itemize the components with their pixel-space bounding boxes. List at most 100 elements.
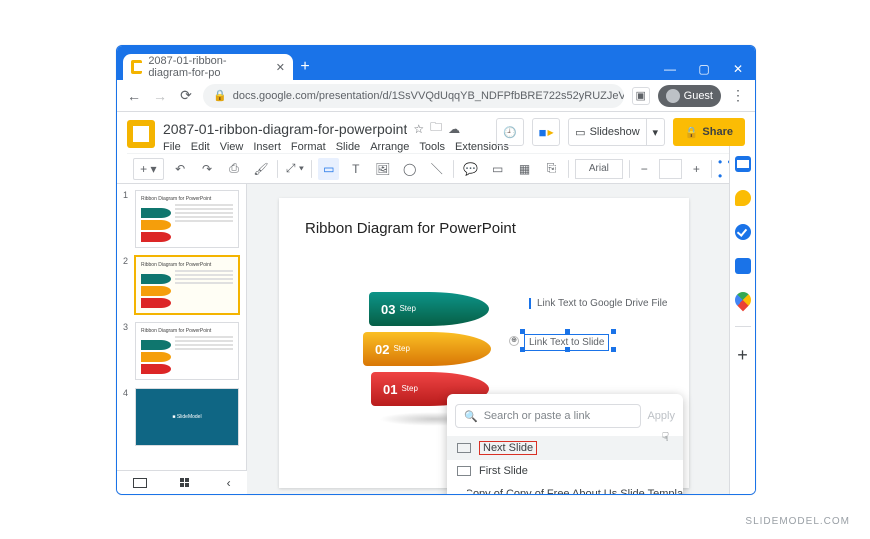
menu-slide[interactable]: Slide (336, 141, 360, 153)
selection-handle[interactable] (611, 347, 616, 352)
history-button[interactable]: 🕘 (496, 118, 524, 146)
contacts-icon[interactable] (735, 258, 751, 274)
select-tool-icon[interactable]: ▭ (318, 158, 339, 180)
slide-icon (457, 466, 471, 476)
font-selector[interactable]: Arial (575, 159, 623, 179)
cloud-status-icon[interactable]: ☁ (448, 122, 460, 136)
link-item-label: Copy of Copy of Free About Us Slide Temp… (465, 488, 683, 495)
calendar-icon[interactable] (735, 156, 751, 172)
profile-chip[interactable]: Guest (658, 85, 721, 107)
tasks-icon[interactable] (735, 224, 751, 240)
redo-icon[interactable]: ↷ (197, 158, 218, 180)
background-icon[interactable]: ▭ (487, 158, 508, 180)
comment-icon[interactable]: 💬 (460, 158, 481, 180)
link-item-label: First Slide (479, 465, 528, 477)
browser-tab[interactable]: 2087-01-ribbon-diagram-for-po ✕ (123, 54, 293, 80)
new-tab-button[interactable]: + (293, 58, 317, 80)
profile-label: Guest (684, 90, 713, 102)
meet-icon: ■ (539, 125, 547, 140)
transition-icon[interactable]: ⎘ (541, 158, 562, 180)
nav-reload-icon[interactable]: ⟳ (177, 87, 195, 104)
link-search-input[interactable]: 🔍 Search or paste a link (455, 404, 641, 428)
thumb-4[interactable]: 4 ■ SlideModel (123, 388, 240, 446)
grid-view-icon[interactable] (180, 478, 194, 488)
menu-view[interactable]: View (220, 141, 244, 153)
addons-plus-icon[interactable]: + (737, 345, 748, 366)
move-icon[interactable]: 🗀 (430, 118, 442, 139)
menu-arrange[interactable]: Arrange (370, 141, 409, 153)
maps-icon[interactable] (731, 289, 754, 312)
slideshow-dropdown[interactable]: ▾ (647, 118, 665, 146)
toolbar-divider (568, 160, 569, 178)
url-text: docs.google.com/presentation/d/1SsVVQdUq… (233, 90, 624, 102)
nav-back-icon[interactable]: ← (125, 88, 143, 104)
fontsize-decrease[interactable]: − (636, 158, 653, 180)
zoom-icon[interactable]: ⤢ ▾ (284, 158, 305, 180)
menu-tools[interactable]: Tools (419, 141, 445, 153)
avatar-icon (666, 89, 680, 103)
meet-button[interactable]: ■▶ (532, 118, 560, 146)
star-icon[interactable]: ☆ (413, 122, 424, 136)
new-slide-button[interactable]: + ▾ (133, 158, 164, 180)
selection-handle[interactable] (565, 329, 570, 334)
history-icon: 🕘 (503, 126, 517, 139)
selection-handle[interactable] (611, 329, 616, 334)
cursor-hand-icon: ☟ (662, 436, 669, 444)
slides-logo-icon[interactable] (127, 120, 155, 148)
apply-button[interactable]: Apply (647, 410, 675, 422)
thumb-1[interactable]: 1 Ribbon Diagram for PowerPoint (123, 190, 240, 248)
image-tool-icon[interactable]: 🖼 (372, 158, 393, 180)
tab-title: 2087-01-ribbon-diagram-for-po (148, 55, 269, 79)
menu-format[interactable]: Format (291, 141, 326, 153)
thumb-3[interactable]: 3 Ribbon Diagram for PowerPoint (123, 322, 240, 380)
window-maximize-icon[interactable]: ▢ (687, 62, 721, 80)
fontsize-increase[interactable]: + (688, 158, 705, 180)
link-item-drive-file[interactable]: Copy of Copy of Free About Us Slide Temp… (447, 482, 683, 495)
insert-link-popup: 🔍 Search or paste a link Apply Next Slid… (447, 394, 683, 495)
menu-edit[interactable]: Edit (191, 141, 210, 153)
menu-bar: File Edit View Insert Format Slide Arran… (163, 141, 488, 153)
ribbon-step-2[interactable]: 02Step (363, 332, 491, 366)
slideshow-button[interactable]: ▭ Slideshow (568, 118, 647, 146)
window-close-icon[interactable]: ✕ (721, 62, 755, 80)
shape-tool-icon[interactable]: ◯ (399, 158, 420, 180)
menu-file[interactable]: File (163, 141, 181, 153)
textbox-tool-icon[interactable]: T (345, 158, 366, 180)
url-input[interactable]: 🔒 docs.google.com/presentation/d/1SsVVQd… (203, 84, 624, 108)
selection-handle[interactable] (520, 347, 525, 352)
selection-handle[interactable] (565, 347, 570, 352)
fontsize-input[interactable] (659, 159, 682, 179)
collapse-icon[interactable]: ‹ (227, 476, 231, 490)
selection-handle[interactable] (520, 329, 525, 334)
close-tab-icon[interactable]: ✕ (276, 61, 285, 74)
line-tool-icon[interactable]: ＼ (426, 158, 447, 180)
layout-icon[interactable]: ▦ (514, 158, 535, 180)
undo-icon[interactable]: ↶ (170, 158, 191, 180)
share-button[interactable]: 🔒 Share (673, 118, 745, 146)
slideshow-icon: ▭ (575, 126, 585, 139)
doc-title[interactable]: 2087-01-ribbon-diagram-for-powerpoint (163, 121, 407, 137)
print-icon[interactable]: ⎙ (224, 158, 245, 180)
extensions-icon[interactable]: ▣ (632, 87, 650, 105)
text-link-drive[interactable]: Link Text to Google Drive File (529, 298, 667, 309)
lock-icon: 🔒 (213, 89, 227, 102)
window-controls: — ▢ ✕ (653, 62, 755, 80)
search-icon: 🔍 (464, 410, 478, 423)
link-item-first-slide[interactable]: First Slide (447, 460, 683, 482)
browser-menu-icon[interactable]: ⋮ (729, 87, 747, 104)
filmstrip[interactable]: 1 Ribbon Diagram for PowerPoint 2 Ribbon… (117, 184, 247, 495)
slide-title[interactable]: Ribbon Diagram for PowerPoint (305, 220, 663, 237)
paint-format-icon[interactable]: 🖌 (251, 158, 272, 180)
rotate-handle-icon[interactable]: ⊕ (509, 336, 519, 346)
thumb-2[interactable]: 2 Ribbon Diagram for PowerPoint (123, 256, 240, 314)
menu-insert[interactable]: Insert (253, 141, 281, 153)
nav-forward-icon[interactable]: → (151, 88, 169, 104)
browser-window: 2087-01-ribbon-diagram-for-po ✕ + — ▢ ✕ … (116, 45, 756, 495)
window-minimize-icon[interactable]: — (653, 62, 687, 80)
link-item-next-slide[interactable]: Next Slide ☟ (447, 436, 683, 460)
slides-header: 2087-01-ribbon-diagram-for-powerpoint ☆ … (117, 112, 755, 184)
keep-icon[interactable] (735, 190, 751, 206)
ribbon-step-3[interactable]: 03Step (369, 292, 489, 326)
slideshow-label: Slideshow (590, 126, 640, 138)
filmstrip-view-icon[interactable] (133, 478, 147, 488)
